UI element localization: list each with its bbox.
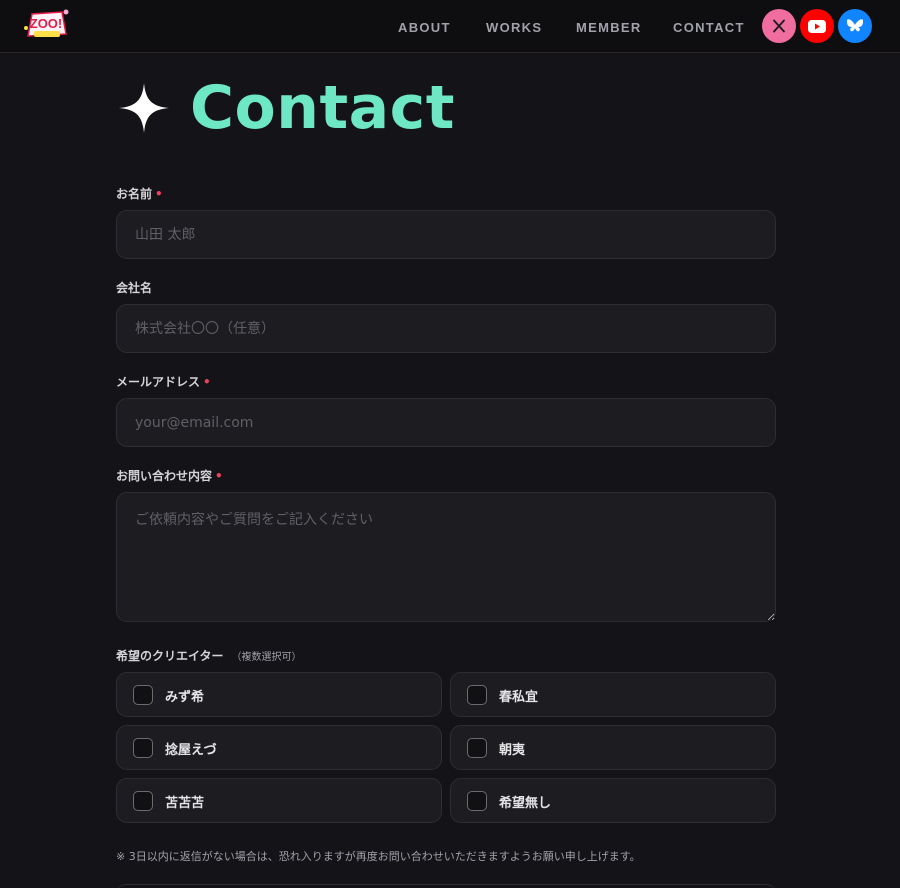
email-input[interactable] (116, 398, 776, 447)
creator-option[interactable]: 希望無し (450, 778, 776, 823)
required-mark: • (155, 187, 163, 201)
name-label: お名前 • (116, 185, 163, 202)
nav-about[interactable]: ABOUT (398, 20, 451, 35)
message-textarea[interactable] (116, 492, 776, 622)
creators-sublabel: （複数選択可） (231, 652, 302, 663)
name-label-text: お名前 (116, 187, 153, 201)
creator-option-label: みず希 (165, 690, 205, 705)
bluesky-link[interactable] (838, 9, 872, 43)
name-input[interactable] (116, 210, 776, 259)
nav-works[interactable]: WORKS (486, 20, 542, 35)
creator-option[interactable]: 春私宜 (450, 672, 776, 717)
creator-option-label: 捻屋えづ (165, 743, 217, 758)
creators-label: 希望のクリエイター （複数選択可） (116, 647, 302, 664)
company-label: 会社名 (116, 279, 152, 296)
message-label: お問い合わせ内容 • (116, 467, 223, 484)
creator-option-label: 希望無し (499, 796, 552, 811)
site-logo[interactable]: ZOO! (22, 6, 70, 42)
youtube-link[interactable] (800, 9, 834, 43)
checkbox[interactable] (133, 791, 153, 811)
message-label-text: お問い合わせ内容 (116, 469, 213, 483)
checkbox[interactable] (133, 685, 153, 705)
submit-button-edge[interactable] (116, 884, 776, 888)
creator-option[interactable]: 捻屋えづ (116, 725, 442, 770)
required-mark: • (215, 469, 223, 483)
company-label-text: 会社名 (116, 281, 153, 295)
nav-member[interactable]: MEMBER (576, 20, 642, 35)
email-label-text: メールアドレス (116, 375, 201, 389)
company-input[interactable] (116, 304, 776, 353)
site-header: ZOO! ABOUT WORKS MEMBER CONTACT (0, 0, 900, 53)
bluesky-icon (846, 19, 864, 32)
x-icon (773, 19, 785, 33)
required-mark: • (203, 375, 211, 389)
creator-option-label: 春私宜 (499, 690, 539, 705)
sparkle-icon (119, 83, 169, 133)
youtube-icon (808, 19, 826, 33)
checkbox[interactable] (467, 685, 487, 705)
reply-note: ※ 3日以内に返信がない場合は、恐れ入りますが再度お問い合わせいただきますようお… (116, 850, 641, 863)
checkbox[interactable] (467, 791, 487, 811)
creator-option[interactable]: 朝夷 (450, 725, 776, 770)
creator-option-label: 朝夷 (499, 743, 526, 758)
creator-option-label: 苫苫苫 (165, 796, 205, 811)
creator-option[interactable]: 苫苫苫 (116, 778, 442, 823)
page-title: Contact (190, 73, 455, 143)
nav-contact[interactable]: CONTACT (673, 20, 745, 35)
logo-text: ZOO! (30, 16, 63, 31)
creators-label-text: 希望のクリエイター (116, 649, 224, 663)
checkbox[interactable] (133, 738, 153, 758)
x-link[interactable] (762, 9, 796, 43)
email-label: メールアドレス • (116, 373, 211, 390)
checkbox[interactable] (467, 738, 487, 758)
creator-option[interactable]: みず希 (116, 672, 442, 717)
